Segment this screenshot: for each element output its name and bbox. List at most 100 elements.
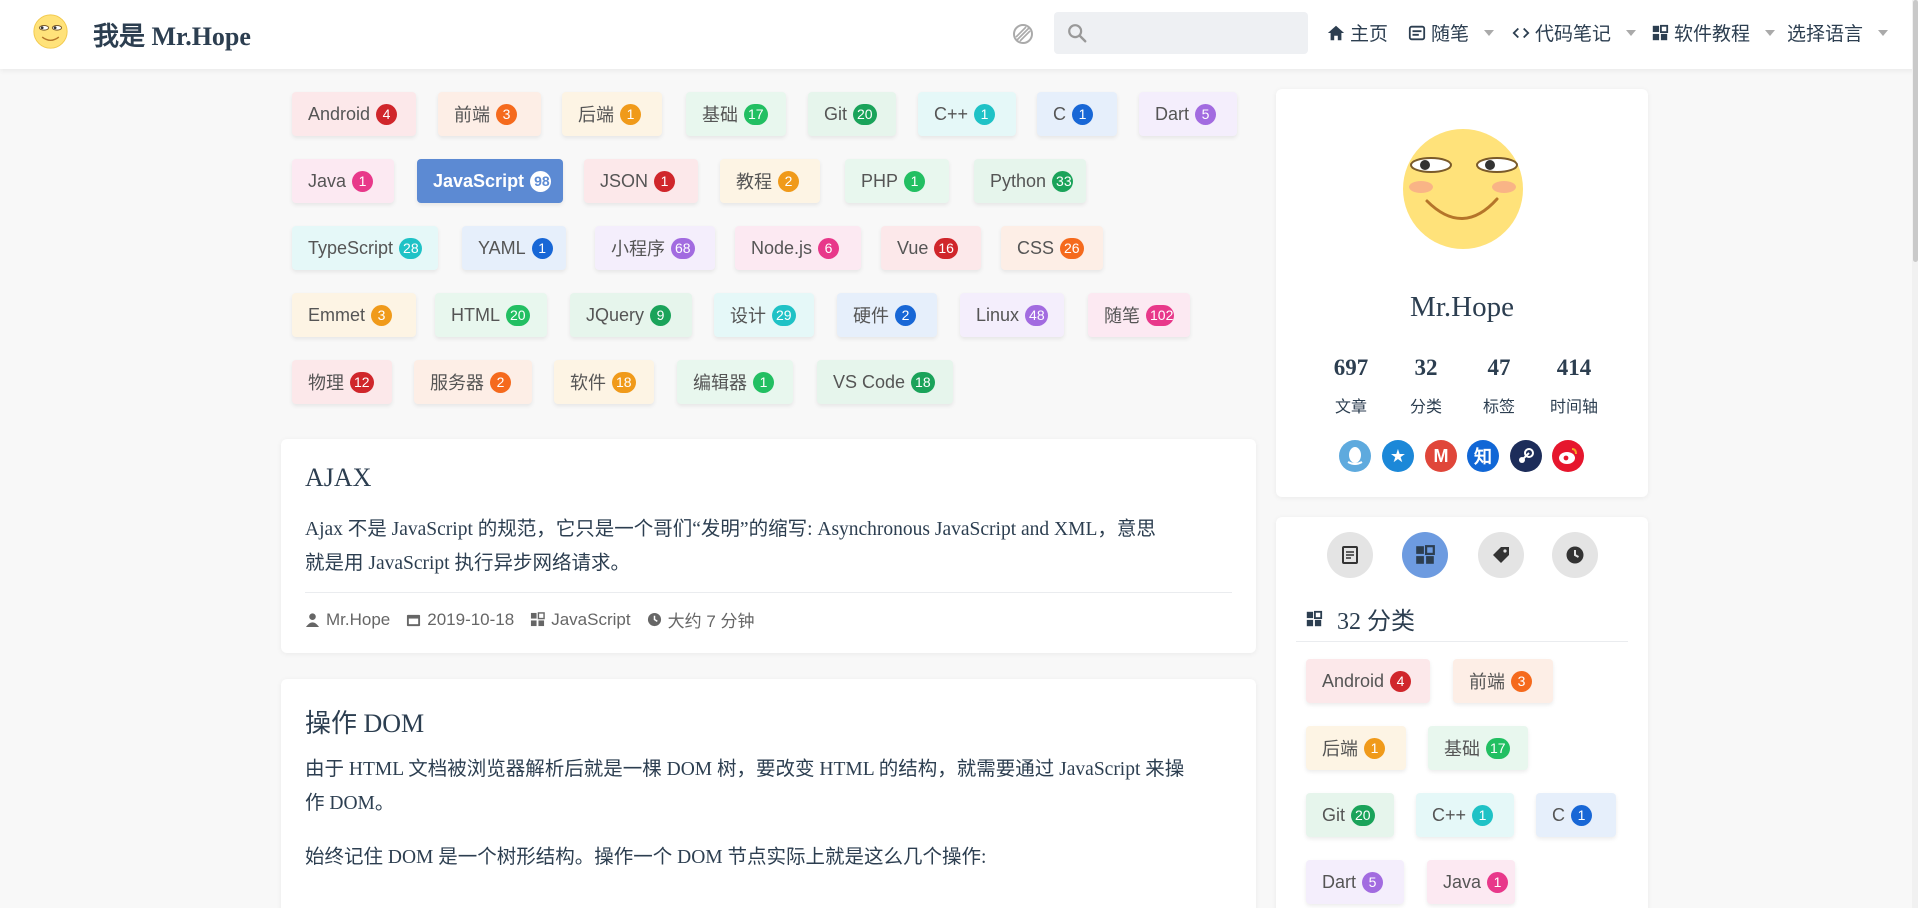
chevron-down-icon	[1626, 29, 1637, 36]
stat-tags-count[interactable]: 47	[1459, 355, 1539, 381]
search-input[interactable]	[1054, 12, 1308, 54]
article-excerpt-line: Ajax 不是 JavaScript 的规范，它只是一个哥们“发明”的缩写: A…	[305, 519, 1156, 540]
stat-articles-count[interactable]: 697	[1311, 355, 1391, 381]
tag-count-badge: 1	[1571, 804, 1592, 826]
tag-label: PHP	[861, 170, 899, 191]
tag-java[interactable]: Java 1	[292, 159, 394, 203]
stat-categories-label[interactable]: 分类	[1386, 393, 1466, 417]
tag-label: 后端	[578, 105, 614, 125]
nav-essay[interactable]: 随笔	[1408, 19, 1495, 46]
article-title[interactable]: 操作 DOM	[305, 703, 424, 740]
tag-emmet[interactable]: Emmet 3	[292, 293, 416, 337]
tag-设计[interactable]: 设计 29	[714, 293, 814, 337]
tag-dart[interactable]: Dart 5	[1139, 92, 1237, 136]
tag-编辑器[interactable]: 编辑器 1	[677, 360, 793, 404]
tag-html[interactable]: HTML 20	[435, 293, 547, 337]
steam-icon[interactable]	[1510, 440, 1542, 472]
theme-toggle-icon[interactable]	[1011, 22, 1035, 46]
tag-教程[interactable]: 教程 2	[720, 159, 820, 203]
qzone-icon[interactable]: ★	[1382, 440, 1414, 472]
tag-c-[interactable]: C++ 1	[918, 92, 1016, 136]
tag-count-badge: 20	[506, 304, 530, 326]
tag-linux[interactable]: Linux 48	[960, 293, 1064, 337]
avatar	[1403, 129, 1523, 249]
site-title[interactable]: 我是 Mr.Hope	[93, 16, 251, 53]
tag-javascript[interactable]: JavaScript 98	[417, 159, 563, 203]
logo-icon[interactable]	[32, 13, 69, 50]
tag-php[interactable]: PHP 1	[845, 159, 949, 203]
article-excerpt-line: 就是用 JavaScript 执行异步网络请求。	[305, 553, 630, 574]
tag-node-js[interactable]: Node.js 6	[735, 226, 861, 270]
nav-home-label: 主页	[1350, 24, 1389, 45]
tag-android[interactable]: Android 4	[1306, 659, 1430, 703]
qq-icon[interactable]	[1339, 440, 1371, 472]
chevron-down-icon	[1765, 29, 1776, 36]
tag-vue[interactable]: Vue 16	[881, 226, 981, 270]
article-category[interactable]: JavaScript	[551, 610, 630, 630]
gmail-icon[interactable]: M	[1425, 440, 1457, 472]
tag-count-badge: 20	[1351, 804, 1375, 826]
tag-基础[interactable]: 基础 17	[1428, 726, 1528, 770]
tag-label: Python	[990, 170, 1047, 191]
tag-随笔[interactable]: 随笔 102	[1088, 293, 1190, 337]
tag-dart[interactable]: Dart 5	[1306, 860, 1404, 904]
tag-软件[interactable]: 软件 18	[554, 360, 654, 404]
nav-software-tutorial[interactable]: 软件教程	[1651, 19, 1776, 46]
category-icon	[1416, 545, 1435, 564]
nav-software-tutorial-label: 软件教程	[1674, 24, 1751, 45]
tag-jquery[interactable]: JQuery 9	[570, 293, 692, 337]
tag-vs-code[interactable]: VS Code 18	[817, 360, 953, 404]
tag-后端[interactable]: 后端 1	[1306, 726, 1406, 770]
nav-home[interactable]: 主页	[1327, 19, 1388, 46]
sidebar-categories-button[interactable]	[1402, 532, 1448, 578]
tag-count-badge: 5	[1362, 871, 1384, 893]
stat-articles-label[interactable]: 文章	[1311, 393, 1391, 417]
article-card[interactable]: AJAX Ajax 不是 JavaScript 的规范，它只是一个哥们“发明”的…	[281, 439, 1256, 653]
sidebar-tags-button[interactable]	[1478, 532, 1524, 578]
scrollbar-thumb[interactable]	[1913, 0, 1918, 262]
tag-count-badge: 3	[496, 103, 517, 125]
stat-timeline-label[interactable]: 时间轴	[1534, 393, 1614, 417]
tag-typescript[interactable]: TypeScript 28	[292, 226, 438, 270]
tag-前端[interactable]: 前端 3	[438, 92, 541, 136]
tag-java[interactable]: Java 1	[1427, 860, 1515, 904]
stat-timeline-count[interactable]: 414	[1534, 355, 1614, 381]
clock-icon	[1566, 546, 1584, 564]
nav-essay-label: 随笔	[1431, 24, 1470, 45]
article-card[interactable]: 操作 DOM 由于 HTML 文档被浏览器解析后就是一棵 DOM 树，要改变 H…	[281, 679, 1256, 908]
sidebar-heading-label: 分类	[1367, 609, 1415, 635]
sidebar-timeline-button[interactable]	[1552, 532, 1598, 578]
tag-python[interactable]: Python 33	[974, 159, 1086, 203]
article-author[interactable]: Mr.Hope	[326, 610, 390, 630]
nav-code-notes[interactable]: 代码笔记	[1512, 19, 1637, 46]
tag-css[interactable]: CSS 26	[1001, 226, 1103, 270]
tag-基础[interactable]: 基础 17	[686, 92, 786, 136]
tag-小程序[interactable]: 小程序 68	[595, 226, 715, 270]
nav-language-select[interactable]: 选择语言	[1787, 19, 1889, 46]
tag-服务器[interactable]: 服务器 2	[414, 360, 532, 404]
tag-物理[interactable]: 物理 12	[292, 360, 392, 404]
tag-git[interactable]: Git 20	[1306, 793, 1394, 837]
tag-count-badge: 1	[1364, 737, 1385, 759]
stat-categories-count[interactable]: 32	[1386, 355, 1466, 381]
tag-后端[interactable]: 后端 1	[562, 92, 662, 136]
tag-c-[interactable]: C++ 1	[1416, 793, 1514, 837]
stat-tags-label[interactable]: 标签	[1459, 393, 1539, 417]
weibo-icon[interactable]	[1552, 440, 1584, 472]
tag-count-badge: 28	[399, 237, 422, 259]
tag-前端[interactable]: 前端 3	[1453, 659, 1553, 703]
tag-label: VS Code	[833, 371, 906, 392]
tag-yaml[interactable]: YAML 1	[462, 226, 566, 270]
article-title[interactable]: AJAX	[305, 463, 371, 493]
tag-c[interactable]: C1	[1536, 793, 1616, 837]
tag-count-badge: 1	[753, 371, 774, 393]
tag-c[interactable]: C1	[1037, 92, 1117, 136]
tag-json[interactable]: JSON 1	[584, 159, 698, 203]
tag-硬件[interactable]: 硬件 2	[837, 293, 937, 337]
sidebar-articles-button[interactable]	[1327, 532, 1373, 578]
tag-android[interactable]: Android 4	[292, 92, 416, 136]
tag-count-badge: 5	[1195, 103, 1217, 125]
tag-count-badge: 1	[1072, 103, 1093, 125]
tag-git[interactable]: Git 20	[808, 92, 896, 136]
zhihu-icon[interactable]: 知	[1467, 440, 1499, 472]
